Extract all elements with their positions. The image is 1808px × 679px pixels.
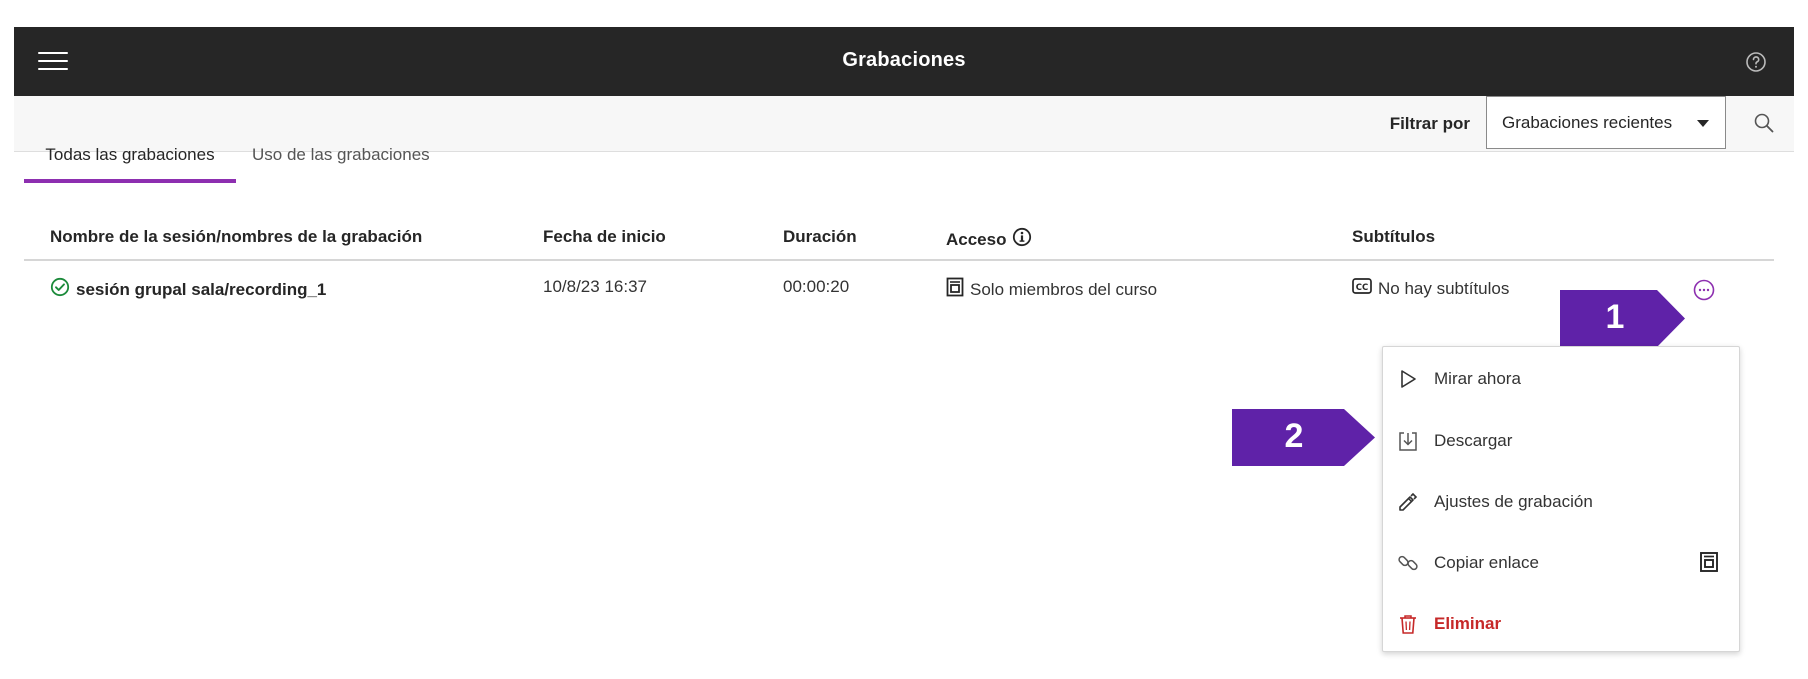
play-icon — [1396, 367, 1420, 391]
column-header-duration: Duración — [783, 227, 857, 246]
pencil-icon — [1396, 490, 1420, 514]
column-header-access: Acceso — [946, 227, 1032, 252]
table-row: sesión grupal sala/recording_1 10/8/23 1… — [24, 261, 1774, 319]
menu-item-download[interactable]: Descargar — [1383, 417, 1739, 465]
menu-item-delete[interactable]: Eliminar — [1383, 600, 1739, 648]
course-members-icon — [946, 277, 964, 302]
access-cell: Solo miembros del curso — [946, 277, 1157, 302]
app-header: Grabaciones — [14, 27, 1794, 96]
menu-item-copy-link[interactable]: Copiar enlace — [1383, 539, 1739, 587]
start-date-cell: 10/8/23 16:37 — [543, 277, 647, 296]
help-icon[interactable] — [1744, 50, 1768, 74]
callout-2: 2 — [1232, 409, 1375, 466]
subtitles-cell: CC No hay subtítulos — [1352, 277, 1509, 300]
search-icon[interactable] — [1752, 111, 1776, 135]
menu-item-label: Mirar ahora — [1434, 369, 1521, 388]
download-icon — [1396, 429, 1420, 453]
column-header-start: Fecha de inicio — [543, 227, 666, 246]
menu-item-label: Copiar enlace — [1434, 553, 1539, 572]
filter-select-value: Grabaciones recientes — [1502, 113, 1673, 132]
column-header-subtitles: Subtítulos — [1352, 227, 1436, 246]
callout-1: 1 — [1560, 290, 1685, 347]
filter-bar: Filtrar por Grabaciones recientes — [14, 96, 1794, 152]
menu-item-recording-settings[interactable]: Ajustes de grabación — [1383, 478, 1739, 526]
access-value: Solo miembros del curso — [970, 279, 1158, 299]
tab-all-recordings[interactable]: Todas las grabaciones — [24, 145, 236, 183]
menu-item-label: Eliminar — [1434, 614, 1502, 633]
more-options-icon[interactable] — [1692, 278, 1716, 302]
closed-captions-icon: CC — [1352, 277, 1372, 300]
course-members-icon — [1699, 551, 1721, 575]
chevron-down-icon — [1697, 120, 1709, 127]
menu-item-label: Ajustes de grabación — [1434, 492, 1593, 511]
trash-icon — [1396, 612, 1420, 636]
subtitles-value: No hay subtítulos — [1378, 278, 1510, 298]
recording-name: sesión grupal sala/recording_1 — [76, 279, 327, 299]
check-circle-icon — [50, 277, 70, 302]
menu-item-label: Descargar — [1434, 431, 1513, 450]
column-header-name: Nombre de la sesión/nombres de la grabac… — [50, 227, 423, 246]
link-icon — [1396, 551, 1420, 575]
menu-item-watch-now[interactable]: Mirar ahora — [1383, 355, 1739, 403]
filter-select[interactable]: Grabaciones recientes — [1486, 96, 1726, 149]
svg-text:CC: CC — [1356, 283, 1368, 293]
filter-label: Filtrar por — [1389, 114, 1470, 133]
duration-cell: 00:00:20 — [783, 277, 850, 296]
recording-actions-menu: Mirar ahora Descargar Ajustes de grabaci… — [1382, 346, 1740, 652]
recording-name-cell[interactable]: sesión grupal sala/recording_1 — [50, 277, 326, 302]
callout-1-label: 1 — [1605, 298, 1625, 336]
info-icon[interactable] — [1012, 227, 1032, 252]
callout-2-label: 2 — [1284, 417, 1304, 455]
tab-recordings-usage[interactable]: Uso de las grabaciones — [252, 145, 430, 183]
page-title: Grabaciones — [842, 49, 966, 71]
column-header-access-label: Acceso — [946, 229, 1007, 249]
